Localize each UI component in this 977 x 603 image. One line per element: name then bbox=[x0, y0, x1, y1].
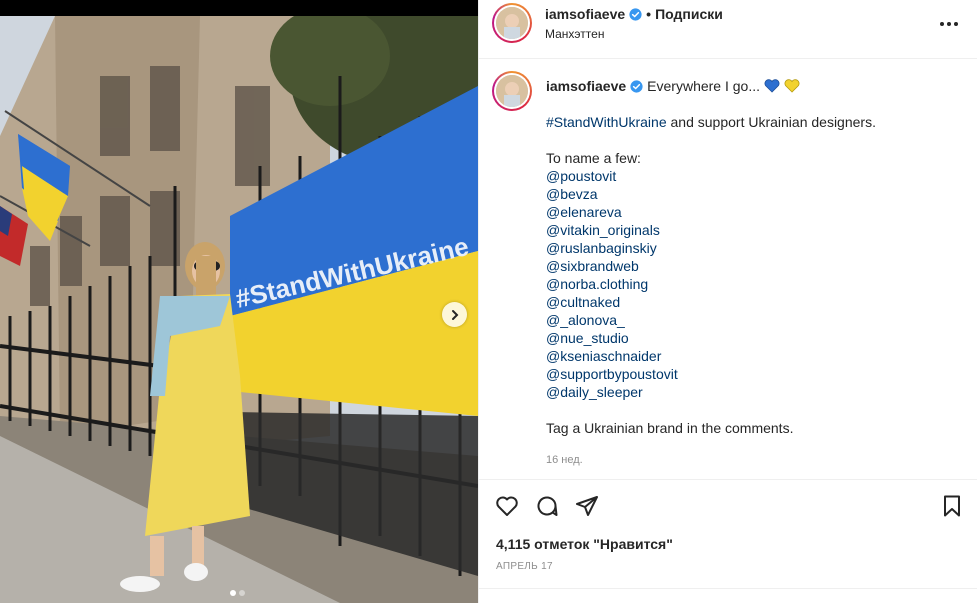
carousel-dot bbox=[239, 590, 245, 596]
post-header: iamsofiaeve • Подписки Манхэттен bbox=[479, 0, 977, 59]
post-photo[interactable]: #StandWithUkraine bbox=[0, 0, 478, 603]
bookmark-icon[interactable] bbox=[940, 494, 964, 518]
caption-username-link[interactable]: iamsofiaeve bbox=[546, 77, 626, 95]
location-link[interactable]: Манхэттен bbox=[545, 27, 604, 41]
caption-first-text: Everywhere I go... bbox=[647, 78, 760, 94]
mention-link[interactable]: @vitakin_originals bbox=[546, 221, 961, 239]
mention-link[interactable]: @supportbypoustovit bbox=[546, 365, 961, 383]
header-user-line: iamsofiaeve • Подписки bbox=[545, 6, 723, 22]
post-sidebar: iamsofiaeve • Подписки Манхэттен iamsofi… bbox=[478, 0, 977, 603]
likes-count[interactable]: 4,115 отметок "Нравится" bbox=[496, 536, 673, 552]
verified-badge-icon bbox=[630, 79, 643, 93]
comment-input-row[interactable] bbox=[479, 588, 977, 603]
caption-first-line: iamsofiaeve Everywhere I go... bbox=[546, 77, 961, 95]
hashtag-link[interactable]: #StandWithUkraine bbox=[546, 114, 667, 130]
photo-scene: #StandWithUkraine bbox=[0, 16, 478, 603]
caption-hashtag-line: #StandWithUkraine and support Ukrainian … bbox=[546, 113, 961, 131]
chevron-right-icon bbox=[451, 309, 458, 320]
caption-avatar[interactable] bbox=[492, 71, 532, 111]
mention-link[interactable]: @ruslanbaginskiy bbox=[546, 239, 961, 257]
post-date: АПРЕЛЬ 17 bbox=[496, 561, 553, 572]
username-link[interactable]: iamsofiaeve bbox=[545, 6, 625, 22]
mention-link[interactable]: @daily_sleeper bbox=[546, 383, 961, 401]
verified-badge-icon bbox=[629, 7, 642, 21]
more-icon[interactable] bbox=[937, 14, 961, 34]
carousel-dot-active bbox=[230, 590, 236, 596]
share-icon[interactable] bbox=[575, 494, 599, 518]
heart-icon[interactable] bbox=[495, 494, 519, 518]
mention-link[interactable]: @cultnaked bbox=[546, 293, 961, 311]
yellow-heart-icon bbox=[784, 79, 800, 93]
mention-link[interactable]: @nue_studio bbox=[546, 329, 961, 347]
carousel-next-button[interactable] bbox=[442, 302, 467, 327]
following-button[interactable]: Подписки bbox=[655, 6, 723, 22]
mention-link[interactable]: @sixbrandweb bbox=[546, 257, 961, 275]
caption-closing: Tag a Ukrainian brand in the comments. bbox=[546, 420, 794, 436]
mention-link[interactable]: @norba.clothing bbox=[546, 275, 961, 293]
comment-icon[interactable] bbox=[535, 494, 559, 518]
photo-top-bar bbox=[0, 0, 478, 16]
mention-link[interactable]: @kseniaschnaider bbox=[546, 347, 961, 365]
avatar[interactable] bbox=[492, 3, 532, 43]
post-caption: iamsofiaeve Everywhere I go... #StandWit… bbox=[479, 59, 977, 469]
mention-link[interactable]: @bevza bbox=[546, 185, 961, 203]
caption-intro: To name a few: bbox=[546, 150, 641, 166]
post-actions: 4,115 отметок "Нравится" АПРЕЛЬ 17 bbox=[479, 479, 977, 603]
mention-link[interactable]: @poustovit bbox=[546, 167, 961, 185]
mention-link[interactable]: @_alonova_ bbox=[546, 311, 961, 329]
separator: • bbox=[646, 6, 652, 22]
caption-support-text: and support Ukrainian designers. bbox=[666, 114, 876, 130]
mention-link[interactable]: @elenareva bbox=[546, 203, 961, 221]
caption-text: iamsofiaeve Everywhere I go... #StandWit… bbox=[546, 77, 961, 469]
caption-timestamp[interactable]: 16 нед. bbox=[546, 451, 961, 469]
blue-heart-icon bbox=[764, 79, 780, 93]
carousel-indicator bbox=[230, 590, 245, 596]
post-view: #StandWithUkraine iamsofiaeve • Подписки… bbox=[0, 0, 977, 603]
